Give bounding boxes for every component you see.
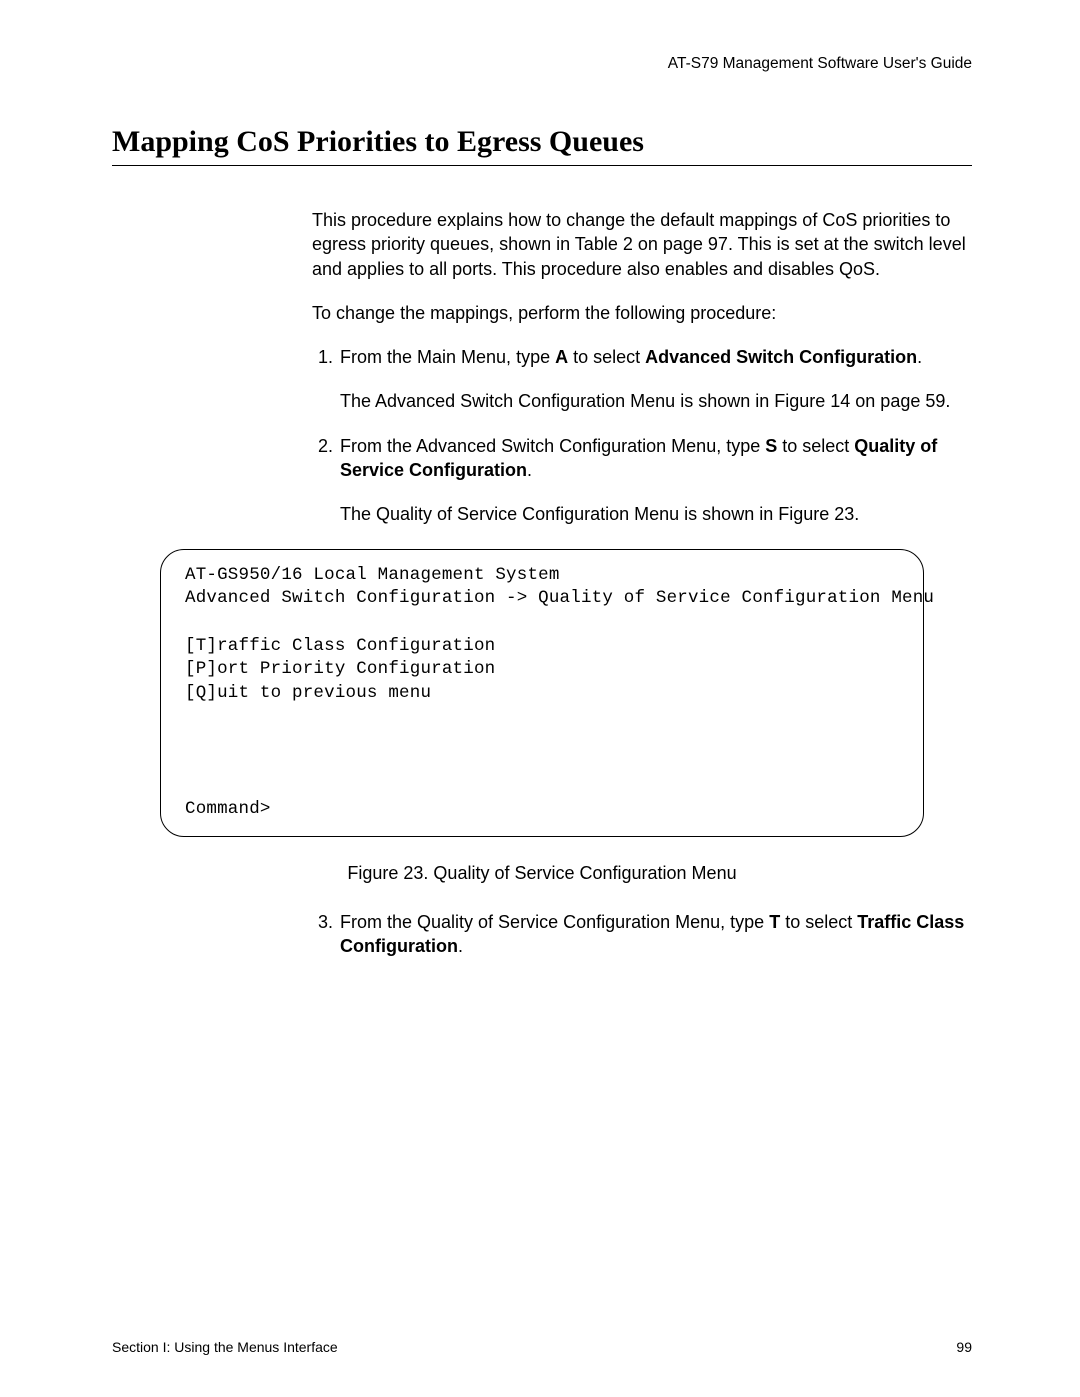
step-2-line-1: From the Advanced Switch Configuration M… [340,434,972,483]
figure-caption: Figure 23. Quality of Service Configurat… [112,863,972,884]
terminal-line-3: [T]raffic Class Configuration [185,636,495,656]
step-1-line-1: From the Main Menu, type A to select Adv… [340,345,972,369]
intro-paragraph-1: This procedure explains how to change th… [312,208,972,281]
terminal-content: AT-GS950/16 Local Management System Adva… [185,564,899,706]
procedure-list: From the Main Menu, type A to select Adv… [312,345,972,526]
step-2-text-a: From the Advanced Switch Configuration M… [340,436,765,456]
step-2-key: S [765,436,777,456]
procedure-list-continued: From the Quality of Service Configuratio… [312,910,972,959]
step-1-text-c: to select [568,347,645,367]
terminal-line-5: [Q]uit to previous menu [185,683,431,703]
step-1-menu: Advanced Switch Configuration [645,347,917,367]
title-rule [112,165,972,166]
section-title: Mapping CoS Priorities to Egress Queues [112,125,972,159]
footer-page-number: 99 [956,1339,972,1355]
step-1-key: A [555,347,568,367]
footer-section: Section I: Using the Menus Interface [112,1339,338,1355]
step-3-text-a: From the Quality of Service Configuratio… [340,912,769,932]
page-footer: Section I: Using the Menus Interface 99 [112,1339,972,1355]
body-column-lower: From the Quality of Service Configuratio… [312,910,972,959]
step-1-text-e: . [917,347,922,367]
terminal-line-4: [P]ort Priority Configuration [185,659,495,679]
step-3-text-e: . [458,936,463,956]
step-2-line-2: The Quality of Service Configuration Men… [340,502,972,526]
step-1-text-a: From the Main Menu, type [340,347,555,367]
step-1: From the Main Menu, type A to select Adv… [338,345,972,414]
intro-paragraph-2: To change the mappings, perform the foll… [312,301,972,325]
terminal-screen: AT-GS950/16 Local Management System Adva… [160,549,924,837]
body-column: This procedure explains how to change th… [312,208,972,527]
terminal-prompt: Command> [185,798,899,822]
step-3-key: T [769,912,780,932]
step-3-line-1: From the Quality of Service Configuratio… [340,910,972,959]
terminal-line-1: AT-GS950/16 Local Management System [185,565,560,585]
step-2: From the Advanced Switch Configuration M… [338,434,972,527]
step-2-text-c: to select [777,436,854,456]
step-3: From the Quality of Service Configuratio… [338,910,972,959]
page: AT-S79 Management Software User's Guide … [0,0,1080,1397]
step-1-line-2: The Advanced Switch Configuration Menu i… [340,389,972,413]
step-2-text-e: . [527,460,532,480]
terminal-line-2: Advanced Switch Configuration -> Quality… [185,588,934,608]
step-3-text-c: to select [780,912,857,932]
running-header: AT-S79 Management Software User's Guide [112,55,972,73]
